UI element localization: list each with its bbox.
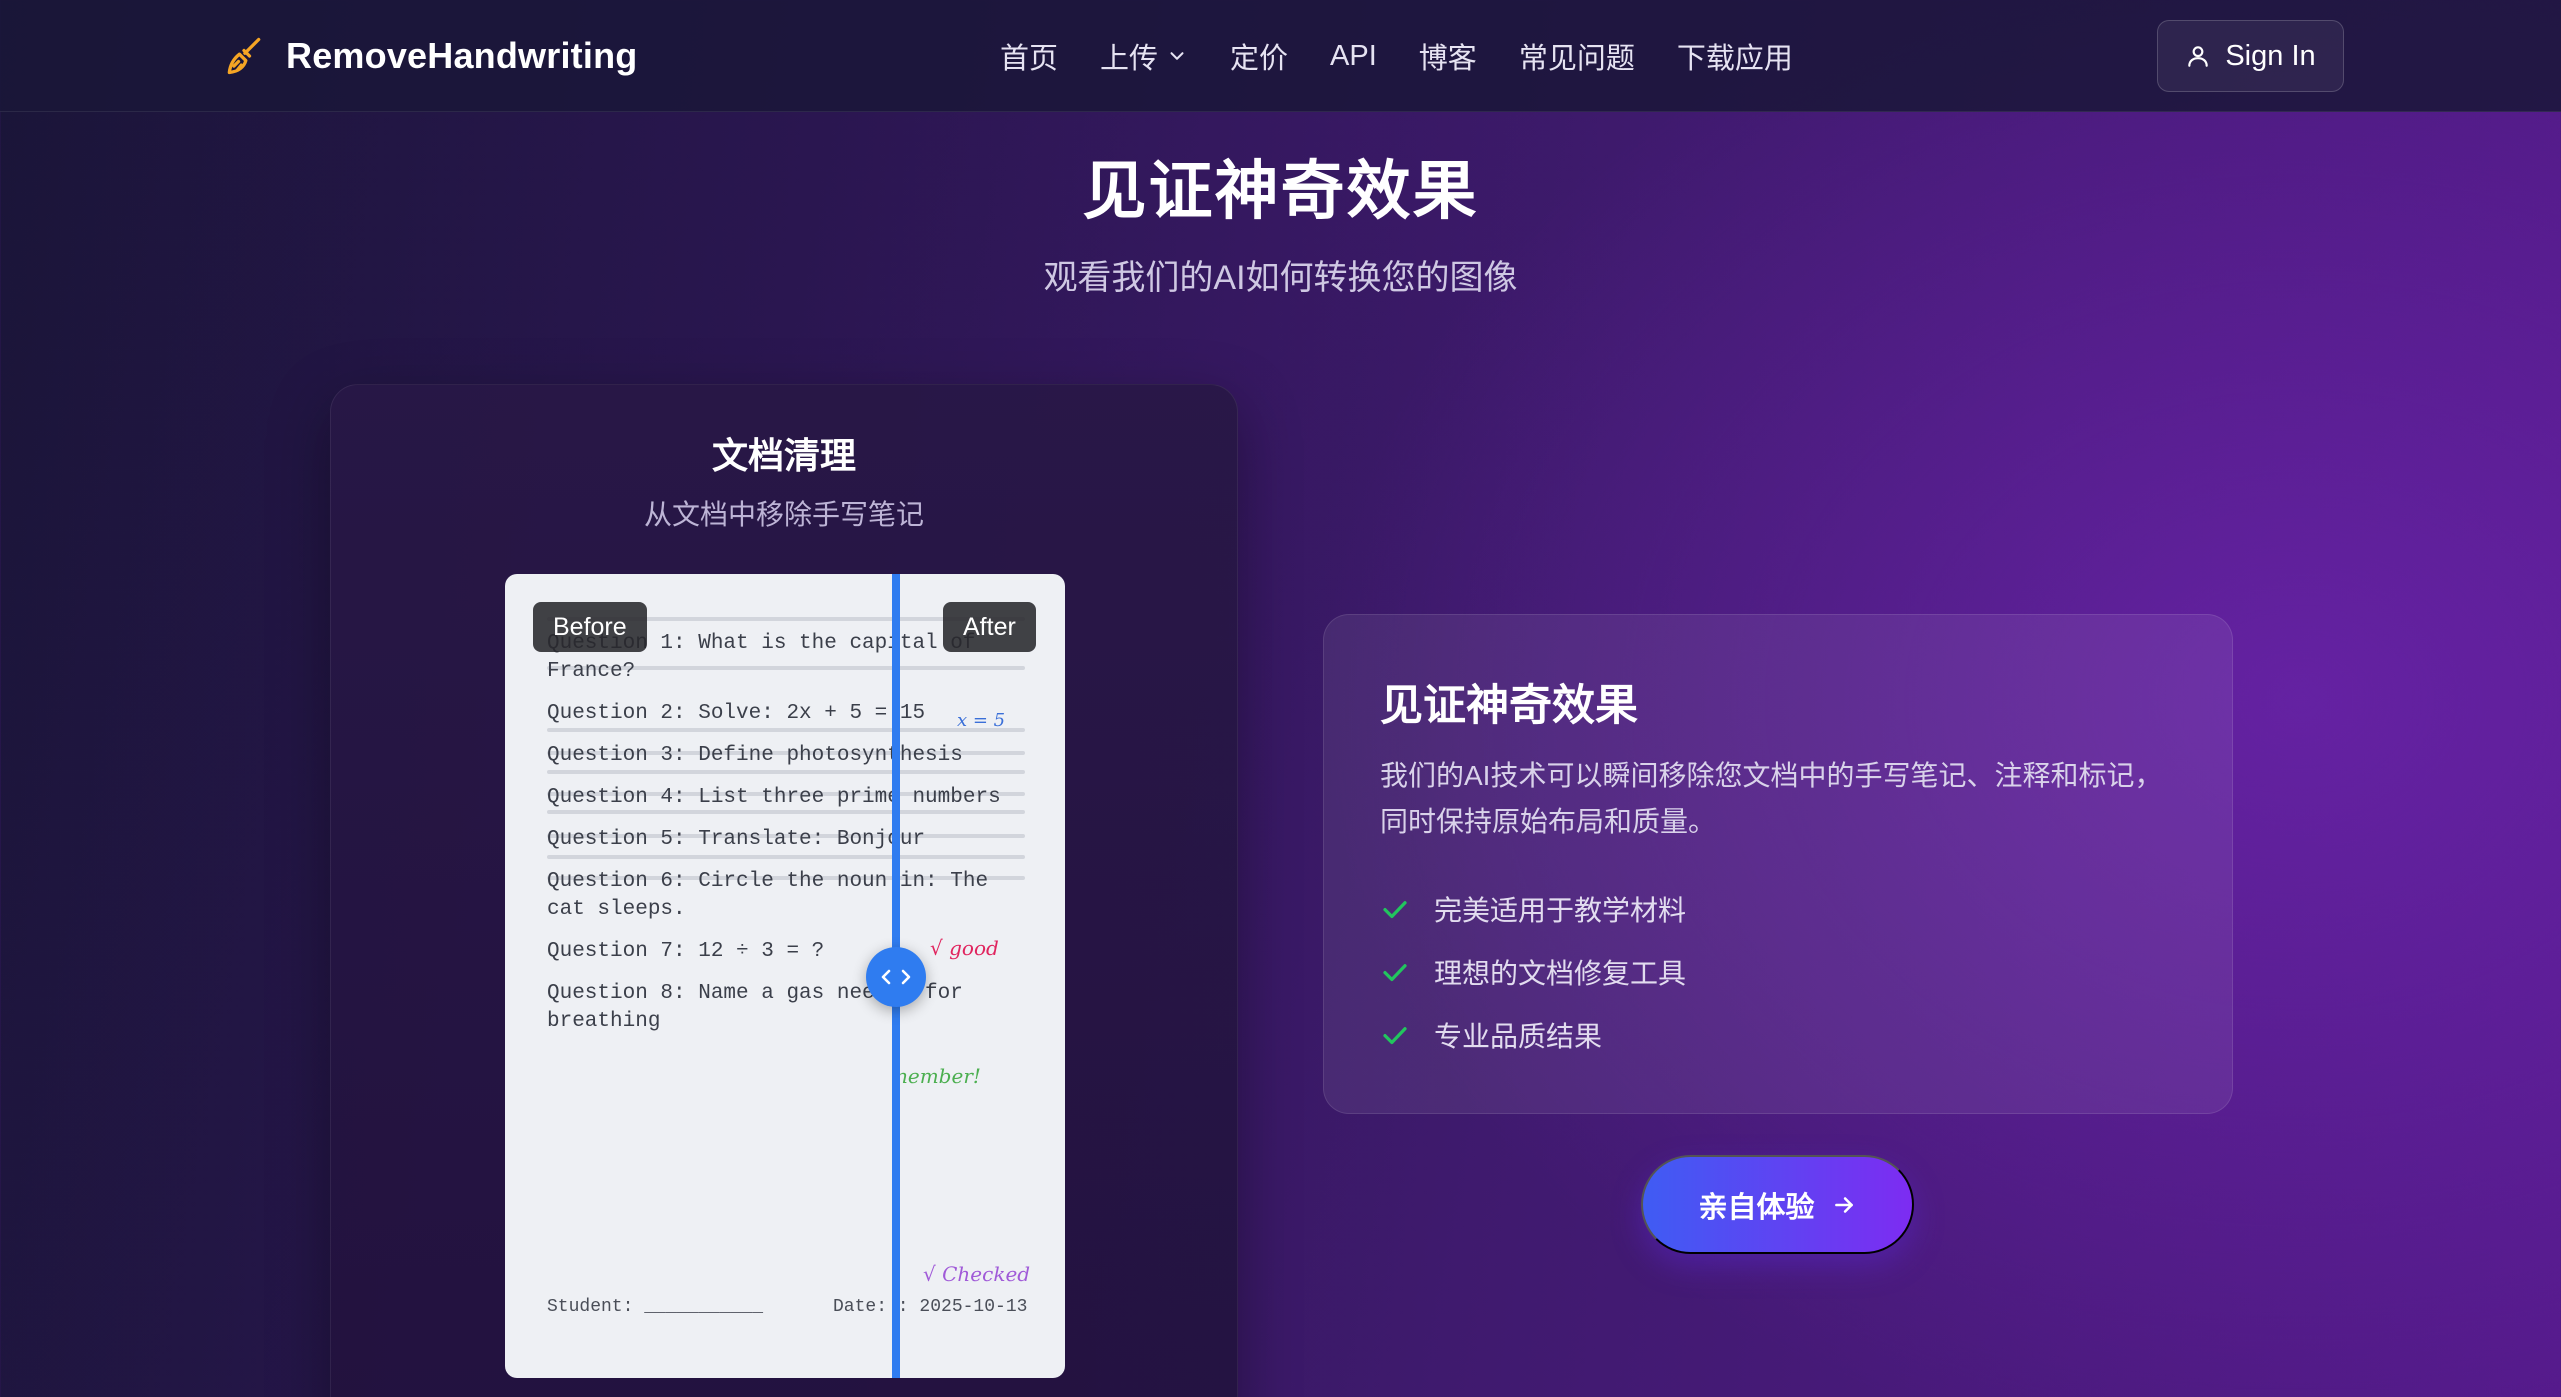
main-menu: 首页 上传 定价 API 博客 常见问题 下载应用	[1000, 30, 1793, 82]
brand-name: RemoveHandwriting	[286, 35, 638, 76]
info-title: 见证神奇效果	[1380, 682, 1638, 730]
annotation-checked: √ Checked	[923, 1262, 1031, 1286]
question-line: Question 4: List three prime numbers	[547, 786, 1001, 809]
try-it-label: 亲自体验	[1698, 1191, 1815, 1224]
question-line: Question 5: Translate: Bonjour	[547, 828, 926, 851]
handwriting-line	[547, 855, 1025, 859]
nav-download-app[interactable]: 下载应用	[1677, 35, 1793, 77]
brand[interactable]: RemoveHandwriting	[222, 30, 637, 82]
date-field: Date: : 2025-10-13	[833, 1297, 1028, 1317]
nav-api[interactable]: API	[1330, 40, 1377, 73]
nav-home-label: 首页	[1000, 43, 1059, 75]
nav-faq[interactable]: 常见问题	[1519, 35, 1635, 77]
nav-pricing[interactable]: 定价	[1230, 35, 1288, 77]
handwriting-line	[547, 728, 1025, 732]
check-icon	[1383, 901, 1407, 919]
after-label: After	[943, 602, 1036, 652]
check-icon	[1383, 964, 1407, 982]
info-card: 见证神奇效果 我们的AI技术可以瞬间移除您文档中的手写笔记、注释和标记，同时保持…	[1323, 614, 2233, 1114]
check-icon	[1383, 1027, 1407, 1045]
demo-card-document-cleanup: 文档清理 从文档中移除手写笔记 Question 1: What is the …	[330, 384, 1238, 1397]
top-navbar: RemoveHandwriting 首页 上传 定价 API 博客 常见问题 下…	[0, 0, 2561, 112]
chevron-left-right-icon	[881, 969, 911, 985]
user-icon	[2188, 46, 2209, 67]
annotation-equation: x = 5	[957, 710, 1006, 731]
hero-title: 见证神奇效果	[1082, 155, 1479, 227]
feature-item: 完美适用于教学材料	[1380, 889, 1686, 929]
student-field: Student: ___________	[547, 1297, 764, 1317]
before-after-comparison[interactable]: Question 1: What is the capital of Franc…	[505, 574, 1065, 1378]
nav-home[interactable]: 首页	[1000, 35, 1058, 77]
nav-blog[interactable]: 博客	[1419, 35, 1477, 77]
hero-subtitle: 观看我们的AI如何转换您的图像	[1043, 259, 1518, 297]
question-line: Question 3: Define photosynthesis	[547, 744, 963, 767]
demo-card-subtitle: 从文档中移除手写笔记	[643, 499, 924, 530]
comparison-slider-handle[interactable]	[866, 947, 926, 1007]
info-description: 我们的AI技术可以瞬间移除您文档中的手写笔记、注释和标记，同时保持原始布局和质量…	[1380, 760, 2163, 837]
feature-label: 完美适用于教学材料	[1434, 895, 1687, 926]
nav-faq-label: 常见问题	[1518, 43, 1635, 75]
feature-label: 理想的文档修复工具	[1434, 958, 1687, 989]
broom-icon	[227, 37, 261, 75]
nav-download-label: 下载应用	[1676, 43, 1793, 75]
annotation-good: √ good	[930, 936, 999, 960]
question-line: Question 6: Circle the noun in: The cat …	[547, 870, 989, 921]
handwriting-line	[547, 770, 1025, 774]
arrow-right-icon	[1834, 1196, 1853, 1213]
question-line: Question 8: Name a gas needed for breath…	[547, 982, 963, 1033]
nav-upload[interactable]: 上传	[1100, 35, 1188, 77]
try-it-button[interactable]: 亲自体验	[1641, 1155, 1914, 1254]
nav-pricing-label: 定价	[1230, 43, 1289, 75]
demo-card-title: 文档清理	[711, 435, 856, 476]
annotation-remember: nember!	[895, 1064, 981, 1088]
before-label: Before	[533, 602, 647, 652]
feature-label: 专业品质结果	[1434, 1021, 1603, 1052]
nav-api-label: API	[1330, 39, 1377, 72]
feature-item: 专业品质结果	[1380, 1015, 1602, 1055]
sign-in-label: Sign In	[2225, 39, 2316, 72]
feature-item: 理想的文档修复工具	[1380, 952, 1686, 992]
chevron-down-icon	[1170, 52, 1184, 60]
nav-blog-label: 博客	[1418, 43, 1477, 75]
sign-in-button[interactable]: Sign In	[2157, 20, 2344, 92]
nav-upload-label: 上传	[1100, 43, 1159, 75]
